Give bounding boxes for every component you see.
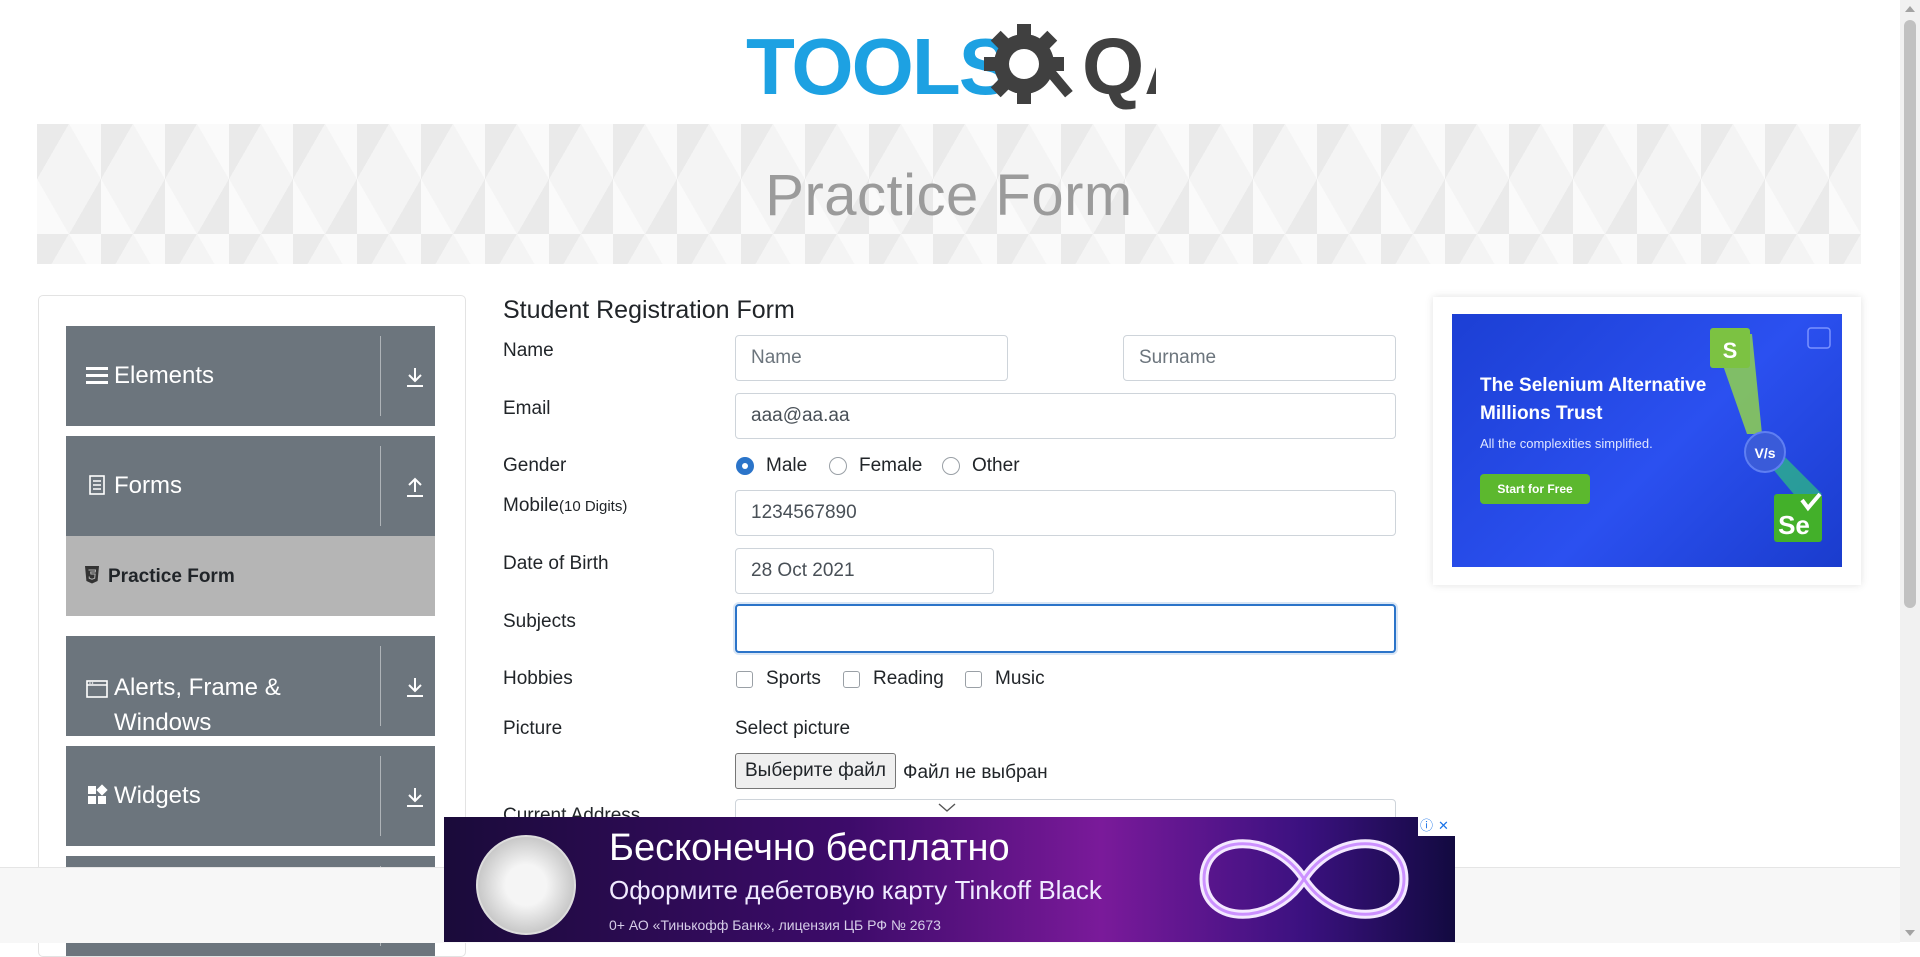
checkbox-box — [843, 671, 860, 688]
sidebar-group-label: Elements — [114, 362, 215, 389]
radio-dot — [829, 457, 847, 475]
widgets-icon — [88, 784, 108, 804]
checkbox-box — [736, 671, 753, 688]
ad-line-2: Оформите дебетовую карту Tinkoff Black — [609, 875, 1102, 905]
download-arrow-icon — [407, 678, 423, 697]
radio-label: Other — [972, 455, 1020, 476]
ad-controls: ⓘ ✕ — [1418, 817, 1455, 836]
sidebar-item-practice-form[interactable]: Practice Form — [66, 536, 435, 616]
sidebar-group-label: Alerts, Frame & Windows — [114, 674, 281, 736]
ad-subtext: All the complexities simplified. — [1480, 436, 1653, 451]
window-icon — [86, 680, 108, 698]
mobile-input[interactable]: 1234567890 — [735, 490, 1396, 536]
ad-line-1: Бесконечно бесплатно — [609, 827, 1010, 869]
hobbies-label: Hobbies — [503, 668, 573, 689]
upload-arrow-icon — [407, 477, 423, 497]
radio-dot — [942, 457, 960, 475]
document-icon — [89, 475, 105, 495]
mobile-label: Mobile(10 Digits) — [503, 495, 627, 517]
mobile-hint: (10 Digits) — [558, 498, 628, 515]
dob-label: Date of Birth — [503, 553, 609, 574]
last-name-input[interactable]: Surname — [1123, 335, 1396, 381]
start-for-free-button[interactable]: Start for Free — [1480, 474, 1590, 504]
chevron-down-icon — [938, 803, 956, 812]
name-label: Name — [503, 340, 554, 361]
sidebar-item-label: Practice Form — [108, 566, 235, 587]
checkbox-label: Music — [995, 668, 1045, 689]
checkbox-label: Reading — [873, 668, 944, 689]
info-icon[interactable]: ⓘ — [1418, 817, 1435, 834]
ad-line-3: 0+ АО «Тинькофф Банк», лицензия ЦБ РФ № … — [609, 917, 941, 933]
scroll-down-icon[interactable] — [1905, 930, 1915, 936]
toolsqa-logo[interactable]: TOOLS QA — [746, 18, 1202, 116]
sidebar-group-alerts[interactable]: Alerts, Frame & Windows — [66, 636, 435, 736]
radio-label: Male — [766, 455, 808, 476]
checkbox-box — [965, 671, 982, 688]
scrollbar-thumb[interactable] — [1904, 20, 1916, 608]
subjects-label: Subjects — [503, 611, 576, 632]
page-scrollbar[interactable] — [1900, 0, 1920, 942]
right-advertisement[interactable]: S V/s Se The Selenium Alternative Millio… — [1433, 297, 1861, 585]
menu-icon — [86, 367, 108, 384]
sidebar-group-forms[interactable]: Forms — [66, 436, 435, 536]
file-status-text: Файл не выбран — [903, 762, 1048, 783]
subjects-input[interactable] — [735, 604, 1396, 653]
ad-vs-text: V/s — [1754, 445, 1775, 461]
first-name-input[interactable]: Name — [735, 335, 1008, 381]
current-address-label: Current Address — [503, 805, 641, 817]
logo-text-tools: TOOLS — [746, 22, 1010, 111]
sidebar-group-widgets[interactable]: Widgets — [66, 746, 435, 846]
sidebar-group-label: Widgets — [114, 782, 201, 809]
form-title: Student Registration Form — [503, 296, 795, 324]
logo-gear — [984, 24, 1073, 104]
html5-icon — [85, 566, 99, 584]
ad-headline: The Selenium Alternative Millions Trust — [1480, 375, 1707, 424]
date-of-birth-input[interactable]: 28 Oct 2021 — [735, 548, 994, 594]
scroll-up-icon[interactable] — [1905, 6, 1915, 12]
left-sidebar: Elements Forms Practice Form Alerts, Fra… — [38, 295, 466, 957]
bottom-advertisement[interactable]: Бесконечно бесплатно Оформите дебетовую … — [444, 817, 1455, 942]
email-input[interactable]: aaa@aa.aa — [735, 393, 1396, 439]
close-icon[interactable]: ✕ — [1435, 817, 1452, 834]
checkbox-label: Sports — [766, 668, 821, 689]
download-arrow-icon — [407, 368, 423, 387]
select-picture-text: Select picture — [735, 718, 851, 739]
radio-dot — [736, 457, 754, 475]
page-title: Practice Form — [765, 163, 1133, 228]
email-label: Email — [503, 398, 551, 419]
bank-emblem-icon — [476, 835, 576, 935]
gender-label: Gender — [503, 455, 567, 476]
ad-creative[interactable]: S V/s Se The Selenium Alternative Millio… — [1452, 314, 1842, 567]
page-banner: Practice Form — [37, 124, 1861, 264]
sidebar-group-label: Forms — [114, 472, 182, 499]
svg-text:S: S — [1723, 338, 1738, 363]
download-arrow-icon — [407, 788, 423, 807]
radio-label: Female — [859, 455, 923, 476]
sidebar-group-elements[interactable]: Elements — [66, 326, 435, 426]
infinity-graphic — [1199, 839, 1409, 919]
picture-label: Picture — [503, 718, 563, 739]
ad-graphic: S V/s Se — [1710, 327, 1831, 542]
mobile-label-text: Mobile — [503, 495, 559, 516]
svg-text:Se: Se — [1778, 510, 1810, 540]
logo-text-qa: QA — [1082, 22, 1156, 111]
choose-file-button[interactable]: Выберите файл — [735, 753, 896, 789]
